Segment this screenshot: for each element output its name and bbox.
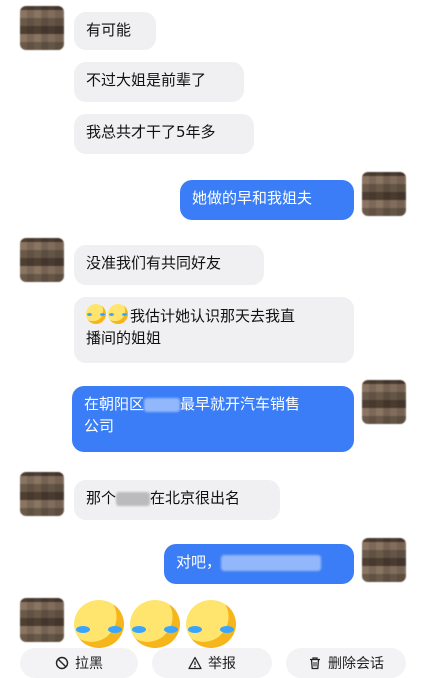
message-text: 没准我们有共同好友	[86, 254, 222, 272]
redacted-text	[221, 554, 322, 571]
message-bubble-outgoing: 对吧，	[164, 544, 354, 584]
my-avatar[interactable]	[362, 172, 406, 216]
message-text: 我总共才干了5年多	[86, 123, 216, 141]
laugh-emoji-icon	[108, 304, 128, 324]
contact-avatar[interactable]	[20, 598, 64, 642]
message-bubble-outgoing: 她做的早和我姐夫	[180, 180, 354, 220]
block-label: 拉黑	[75, 656, 103, 672]
message-text: 我估计她认识那天去我直	[130, 307, 296, 325]
message-bubble-incoming: 没准我们有共同好友	[74, 245, 264, 285]
action-bar: 拉黑 举报 删除会话	[0, 646, 422, 678]
message-text: 最早就开汽车销售	[180, 395, 301, 413]
message-text: 公司	[84, 417, 115, 435]
redacted-text	[116, 491, 151, 506]
message-bubble-incoming: 我估计她认识那天去我直 播间的姐姐	[74, 297, 354, 363]
message-text: 那个	[86, 489, 117, 507]
message-text: 在朝阳区	[84, 395, 145, 413]
message-bubble-incoming: 我总共才干了5年多	[74, 114, 254, 154]
laugh-emoji-icon	[86, 304, 106, 324]
message-text: 有可能	[86, 21, 132, 39]
message-bubble-outgoing: 在朝阳区 最早就开汽车销售 公司	[72, 386, 354, 452]
trash-icon	[308, 656, 322, 670]
message-text: 她做的早和我姐夫	[192, 189, 313, 207]
ban-icon	[55, 656, 69, 670]
message-text: 不过大姐是前辈了	[86, 71, 207, 89]
message-text: 在北京很出名	[150, 489, 241, 507]
message-text: 播间的姐姐	[86, 329, 162, 347]
laugh-emoji-icon	[186, 600, 236, 648]
contact-avatar[interactable]	[20, 472, 64, 516]
contact-avatar[interactable]	[20, 238, 64, 282]
my-avatar[interactable]	[362, 380, 406, 424]
block-button[interactable]: 拉黑	[20, 648, 138, 678]
my-avatar[interactable]	[362, 538, 406, 582]
contact-avatar[interactable]	[20, 6, 64, 50]
delete-conversation-label: 删除会话	[328, 656, 384, 672]
delete-conversation-button[interactable]: 删除会话	[286, 648, 406, 678]
report-label: 举报	[208, 656, 236, 672]
chat-thread: 有可能 不过大姐是前辈了 我总共才干了5年多 她做的早和我姐夫 没准我们有共同好…	[0, 0, 422, 678]
message-text: 对吧，	[176, 553, 222, 571]
message-bubble-incoming: 不过大姐是前辈了	[74, 62, 244, 102]
message-bubble-incoming: 那个 在北京很出名	[74, 480, 280, 520]
message-bubble-incoming: 有可能	[74, 12, 156, 50]
laugh-emoji-icon	[74, 600, 124, 648]
laugh-emoji-icon	[130, 600, 180, 648]
report-button[interactable]: 举报	[152, 648, 272, 678]
redacted-text	[144, 397, 181, 412]
warning-icon	[188, 656, 202, 670]
